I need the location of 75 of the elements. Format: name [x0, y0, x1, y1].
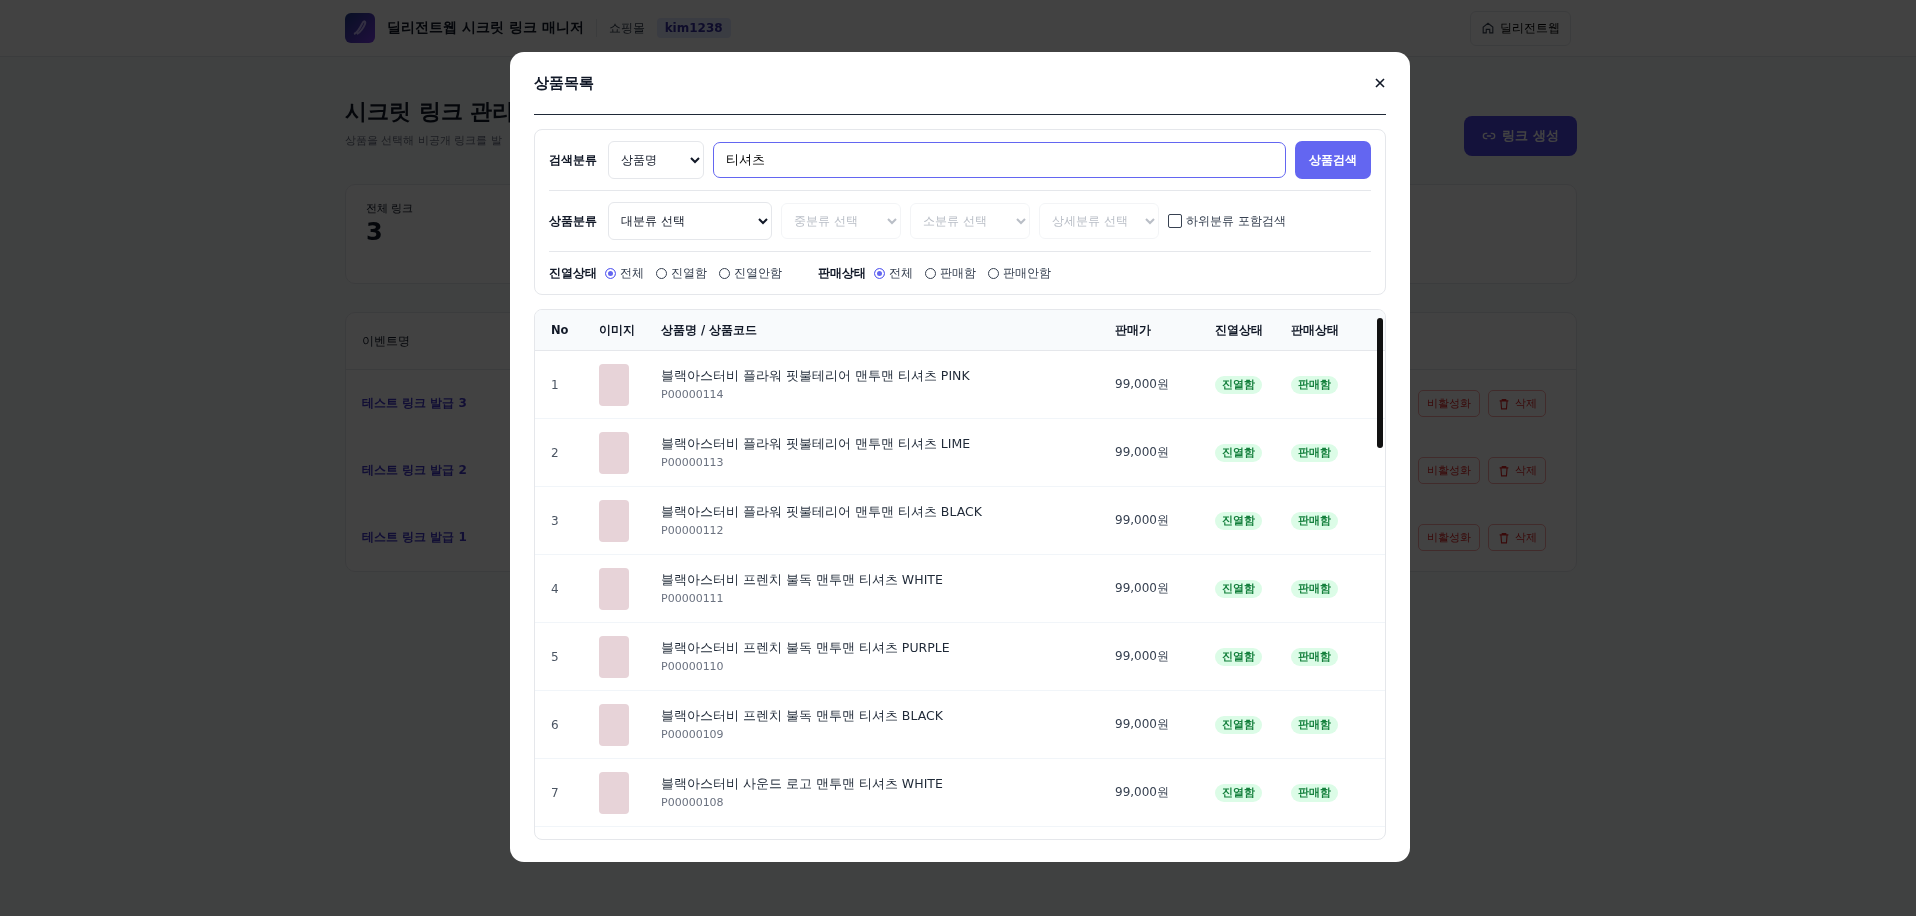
filter-label: 판매상태: [818, 264, 866, 282]
radio-option[interactable]: 판매함: [925, 264, 976, 282]
product-name: 블랙아스터비 프렌치 불독 맨투맨 티셔츠 WHITE: [661, 572, 944, 589]
column-header: 판매상태: [1291, 322, 1340, 338]
product-code: P00000109: [661, 728, 725, 741]
radio-option[interactable]: 진열함: [656, 264, 707, 282]
display-status-badge: 진열함: [1215, 715, 1262, 734]
row-number: 3: [551, 513, 560, 528]
price: 99,000원: [1115, 376, 1170, 393]
product-name: 블랙아스터비 플라워 핏불테리어 맨투맨 티셔츠 PINK: [661, 368, 971, 385]
radio-option[interactable]: 진열안함: [719, 264, 782, 282]
display-status-badge: 진열함: [1215, 443, 1262, 462]
product-name: 블랙아스터비 프렌치 불독 맨투맨 티셔츠 PURPLE: [661, 640, 951, 657]
product-code: P00000110: [661, 660, 725, 673]
product-code: P00000114: [661, 388, 725, 401]
product-name: 블랙아스터비 프렌치 불독 맨투맨 티셔츠 BLACK: [661, 708, 944, 725]
price: 99,000원: [1115, 716, 1170, 733]
category-select[interactable]: 대분류 선택: [608, 202, 772, 240]
display-status-badge: 진열함: [1215, 375, 1262, 394]
search-type-select[interactable]: 상품명: [608, 141, 704, 179]
photo-placeholder: [599, 431, 629, 474]
sale-status-badge: 판매함: [1291, 443, 1338, 462]
row-number: 5: [551, 649, 560, 664]
filter-label: 진열상태: [549, 264, 597, 282]
sale-status-badge: 판매함: [1291, 375, 1338, 394]
display-status-badge: 진열함: [1215, 511, 1262, 530]
row-number: 2: [551, 445, 560, 460]
photo-placeholder: [599, 703, 629, 746]
row-number: 7: [551, 785, 560, 800]
price: 99,000원: [1115, 512, 1170, 529]
price: 99,000원: [1115, 784, 1170, 801]
sale-status-badge: 판매함: [1291, 511, 1338, 530]
display-status-badge: 진열함: [1215, 579, 1262, 598]
price: 99,000원: [1115, 648, 1170, 665]
price: 99,000원: [1115, 580, 1170, 597]
product-name: 블랙아스터비 사운드 로고 맨투맨 티셔츠 WHITE: [661, 776, 944, 793]
photo-placeholder: [599, 363, 629, 406]
product-name: 블랙아스터비 플라워 핏불테리어 맨투맨 티셔츠 BLACK: [661, 504, 983, 521]
filter-label: 상품분류: [549, 212, 597, 230]
column-header: No: [551, 323, 570, 337]
modal-title: 상품목록: [534, 73, 594, 93]
column-header: 이미지: [599, 322, 636, 338]
row-number: 6: [551, 717, 560, 732]
product-code: P00000108: [661, 796, 725, 809]
sale-status-badge: 판매함: [1291, 715, 1338, 734]
include-subcategory-checkbox[interactable]: 하위분류 포함검색: [1168, 212, 1286, 230]
product-code: P00000112: [661, 524, 725, 537]
sale-status-badge: 판매함: [1291, 579, 1338, 598]
photo-placeholder: [599, 499, 629, 542]
price: 99,000원: [1115, 444, 1170, 461]
display-status-badge: 진열함: [1215, 647, 1262, 666]
row-number: 4: [551, 581, 560, 596]
photo-placeholder: [599, 771, 629, 814]
radio-option[interactable]: 전체: [874, 264, 913, 282]
radio-option[interactable]: 전체: [605, 264, 644, 282]
display-status-badge: 진열함: [1215, 783, 1262, 802]
radio-option[interactable]: 판매안함: [988, 264, 1051, 282]
search-button[interactable]: 상품검색: [1295, 141, 1371, 179]
product-name: 블랙아스터비 플라워 핏불테리어 맨투맨 티셔츠 LIME: [661, 436, 972, 453]
column-header: 상품명 / 상품코드: [661, 322, 759, 338]
row-number: 1: [551, 377, 560, 392]
search-field[interactable]: 티셔츠: [713, 142, 1286, 178]
filter-label: 검색분류: [549, 151, 597, 169]
column-header: 판매가: [1115, 322, 1152, 338]
column-header: 진열상태: [1215, 322, 1264, 338]
product-code: P00000113: [661, 456, 725, 469]
photo-placeholder: [599, 567, 629, 610]
sale-status-badge: 판매함: [1291, 783, 1338, 802]
photo-placeholder: [599, 635, 629, 678]
close-icon[interactable]: [1374, 77, 1386, 89]
column-header: 이벤트명: [362, 334, 410, 348]
product-code: P00000111: [661, 592, 725, 605]
sale-status-badge: 판매함: [1291, 647, 1338, 666]
app-title: 딜리전트웹 시크릿 링크 매니저: [387, 19, 584, 37]
stat-value: 3: [366, 218, 383, 246]
